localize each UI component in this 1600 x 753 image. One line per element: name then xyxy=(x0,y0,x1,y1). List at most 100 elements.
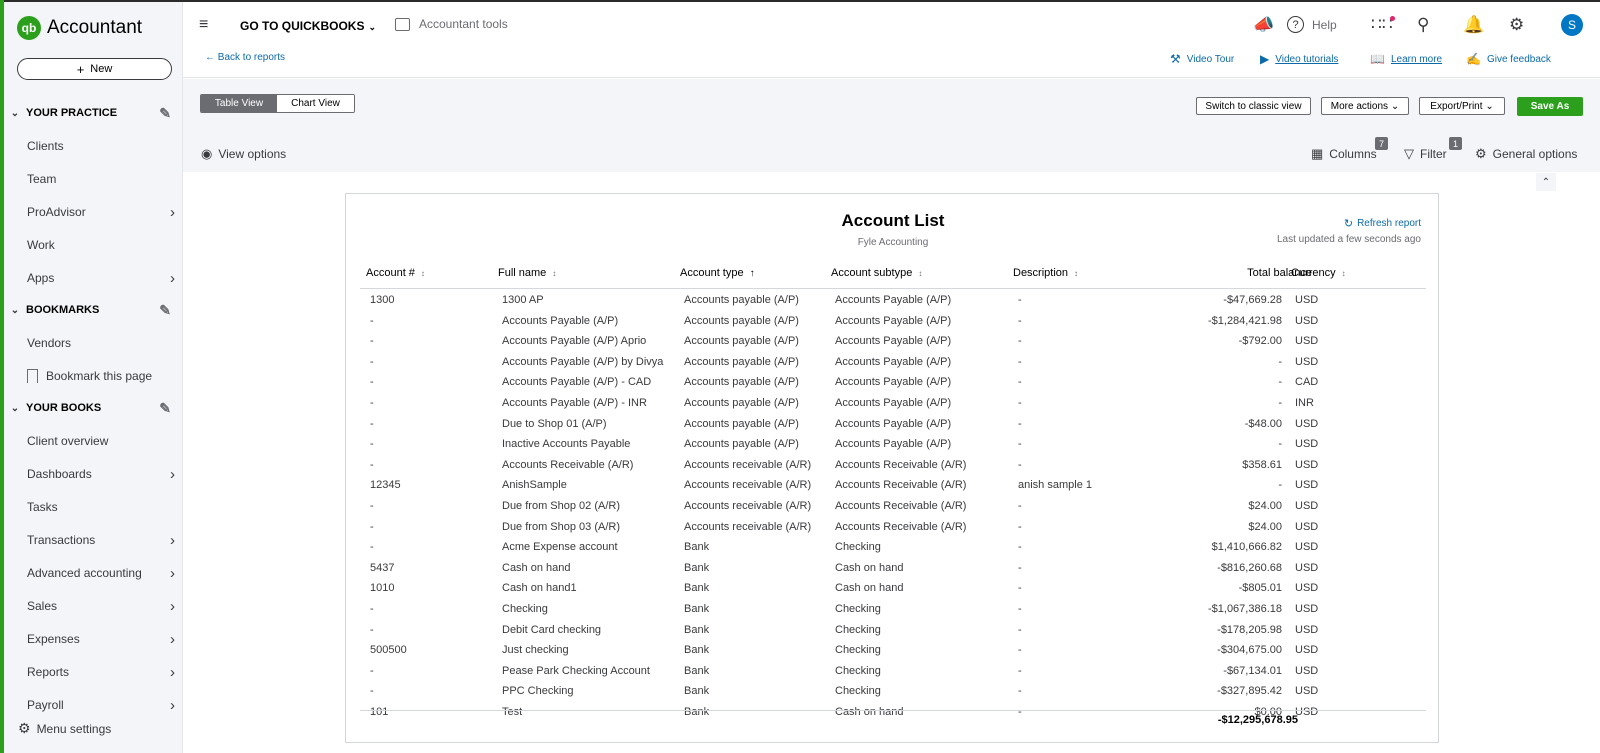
last-updated-text: Last updated a few seconds ago xyxy=(1277,234,1421,245)
table-cell: - xyxy=(1018,335,1022,348)
section-your-books[interactable]: ⌄ YOUR BOOKS ✎ xyxy=(4,394,183,422)
bell-icon[interactable]: 🔔 xyxy=(1463,15,1484,35)
app-logo[interactable]: qb Accountant xyxy=(17,16,142,40)
table-row[interactable]: 1010 Cash on hand1 Bank Cash on hand - -$805.… xyxy=(360,578,1426,599)
table-row[interactable]: - Accounts Payable (A/P) - CAD Accounts pa… xyxy=(360,372,1426,393)
gear-icon: ⚙ xyxy=(18,720,31,736)
table-cell: Accounts payable (A/P) xyxy=(684,376,799,389)
table-row[interactable]: - Acme Expense account Bank Checking - $1,410… xyxy=(360,537,1426,558)
table-row[interactable]: 500500 Just checking Bank Checking - -$304,67… xyxy=(360,640,1426,661)
table-row[interactable]: - Accounts Payable (A/P) Aprio Accounts pa… xyxy=(360,331,1426,352)
column-header-description[interactable]: Description ↕ xyxy=(1013,267,1078,279)
sidebar-item-proadvisor[interactable]: ProAdvisor › xyxy=(27,198,177,226)
table-row[interactable]: - PPC Checking Bank Checking - -$327,895.42 US… xyxy=(360,681,1426,702)
briefcase-icon xyxy=(395,17,410,31)
chart-view-button[interactable]: Chart View xyxy=(277,95,354,112)
go-to-quickbooks-dropdown[interactable]: GO TO QUICKBOOKS ⌄ xyxy=(240,19,376,33)
table-row[interactable]: - Checking Bank Checking - -$1,067,386.18 USD xyxy=(360,599,1426,620)
table-row[interactable]: - Accounts Receivable (A/R) Accounts recei… xyxy=(360,455,1426,476)
table-row[interactable]: - Accounts Payable (A/P) Accounts payable … xyxy=(360,311,1426,332)
table-cell: USD xyxy=(1295,561,1319,574)
back-to-reports-link[interactable]: ← Back to reports xyxy=(205,52,285,63)
search-icon[interactable]: ⚲ xyxy=(1417,15,1429,35)
sidebar-item-dashboards[interactable]: Dashboards › xyxy=(27,460,177,488)
company-name: Fyle Accounting xyxy=(857,237,929,248)
table-row[interactable]: - Debit Card checking Bank Checking - -$178,2… xyxy=(360,620,1426,641)
column-header-total-balance[interactable]: Total balance xyxy=(1160,267,1312,279)
table-cell: - xyxy=(1018,438,1022,451)
sidebar-item-label: Dashboards xyxy=(27,467,92,481)
save-as-button[interactable]: Save As xyxy=(1517,97,1583,116)
help-label: Help xyxy=(1312,17,1337,32)
help-button[interactable]: ? Help xyxy=(1287,16,1337,33)
table-cell: - xyxy=(1018,582,1022,595)
video-tutorials-link[interactable]: ▶ Video tutorials xyxy=(1260,52,1338,66)
learn-more-link[interactable]: 📖 Learn more xyxy=(1370,52,1442,66)
sidebar-item-expenses[interactable]: Expenses › xyxy=(27,625,177,653)
column-header-full-name[interactable]: Full name ↕ xyxy=(498,267,556,279)
table-row[interactable]: - Due to Shop 01 (A/P) Accounts payable (A… xyxy=(360,414,1426,435)
sidebar-item-tasks[interactable]: Tasks xyxy=(27,493,177,521)
table-row[interactable]: 1300 1300 AP Accounts payable (A/P) Account… xyxy=(360,290,1426,311)
edit-pencil-icon[interactable]: ✎ xyxy=(159,105,171,122)
column-header-account-type[interactable]: Account type ↑ xyxy=(680,267,755,279)
columns-button[interactable]: ▦ Columns xyxy=(1311,146,1377,162)
quickbooks-logo-icon: qb xyxy=(17,16,41,40)
sidebar-item-label: Tasks xyxy=(27,500,58,514)
table-row[interactable]: - Accounts Payable (A/P) - INR Accounts pa… xyxy=(360,393,1426,414)
sidebar-item-work[interactable]: Work xyxy=(27,231,177,259)
chevron-down-icon: ⌄ xyxy=(10,402,20,414)
sidebar-item-reports[interactable]: Reports › xyxy=(27,658,177,686)
sidebar-item-sales[interactable]: Sales › xyxy=(27,592,177,620)
sidebar-item-payroll[interactable]: Payroll › xyxy=(27,691,177,719)
section-your-practice[interactable]: ⌄ YOUR PRACTICE ✎ xyxy=(4,99,183,127)
section-bookmarks[interactable]: ⌄ BOOKMARKS ✎ xyxy=(4,296,183,324)
new-button[interactable]: + New xyxy=(17,58,172,80)
switch-classic-view-button[interactable]: Switch to classic view xyxy=(1196,97,1311,115)
view-options-button[interactable]: ◉ View options xyxy=(201,146,286,162)
table-row[interactable]: 5437 Cash on hand Bank Cash on hand - -$816,2… xyxy=(360,558,1426,579)
sidebar-item-label: Sales xyxy=(27,599,58,613)
column-header-currency[interactable]: Currency ↕ xyxy=(1291,267,1346,279)
chevron-right-icon: › xyxy=(170,203,175,221)
megaphone-icon[interactable]: 📣 xyxy=(1253,15,1274,35)
play-circle-icon: ▶ xyxy=(1260,52,1270,66)
table-cell: Accounts payable (A/P) xyxy=(684,438,799,451)
export-print-dropdown[interactable]: Export/Print ⌄ xyxy=(1419,97,1505,115)
sidebar-item-client-overview[interactable]: Client overview xyxy=(27,427,177,455)
column-header-account-number[interactable]: Account # ↕ xyxy=(366,267,425,279)
table-row[interactable]: - Pease Park Checking Account Bank Checking… xyxy=(360,661,1426,682)
table-row[interactable]: - Inactive Accounts Payable Accounts payab… xyxy=(360,434,1426,455)
gear-icon[interactable]: ⚙ xyxy=(1509,15,1524,35)
sidebar-item-clients[interactable]: Clients xyxy=(27,132,177,160)
filter-button[interactable]: ▽ Filter xyxy=(1404,146,1447,162)
column-header-account-subtype[interactable]: Account subtype ↕ xyxy=(831,267,922,279)
sidebar-item-advanced-accounting[interactable]: Advanced accounting › xyxy=(27,559,177,587)
more-actions-dropdown[interactable]: More actions ⌄ xyxy=(1321,97,1409,115)
table-cell: Bank xyxy=(684,582,710,595)
sidebar-item-bookmark-page[interactable]: Bookmark this page xyxy=(27,362,177,390)
table-row[interactable]: - Accounts Payable (A/P) by Divya Accounts… xyxy=(360,352,1426,373)
edit-pencil-icon[interactable]: ✎ xyxy=(159,400,171,417)
refresh-icon: ↻ xyxy=(1343,218,1354,230)
refresh-report-link[interactable]: ↻ Refresh report xyxy=(1344,217,1421,230)
sidebar-item-apps[interactable]: Apps › xyxy=(27,264,177,292)
edit-pencil-icon[interactable]: ✎ xyxy=(159,302,171,319)
video-tour-link[interactable]: ⚒ Video Tour xyxy=(1170,52,1234,66)
collapse-toolbar-icon[interactable]: ⌃ xyxy=(1536,173,1556,191)
collapse-menu-icon[interactable]: ≡ xyxy=(199,16,208,34)
table-row[interactable]: - Due from Shop 02 (A/R) Accounts receivab… xyxy=(360,496,1426,517)
give-feedback-link[interactable]: ✍ Give feedback xyxy=(1466,52,1551,66)
menu-settings-button[interactable]: ⚙ Menu settings xyxy=(18,720,111,737)
sidebar-item-transactions[interactable]: Transactions › xyxy=(27,526,177,554)
table-view-button[interactable]: Table View xyxy=(201,95,277,112)
avatar[interactable]: S xyxy=(1561,14,1583,36)
table-row[interactable]: - Due from Shop 03 (A/R) Accounts receivab… xyxy=(360,517,1426,538)
table-cell: - xyxy=(1018,602,1022,615)
sidebar-item-vendors[interactable]: Vendors xyxy=(27,329,177,357)
sidebar-item-team[interactable]: Team xyxy=(27,165,177,193)
accountant-tools-button[interactable]: Accountant tools xyxy=(395,17,508,31)
general-options-button[interactable]: ⚙ General options xyxy=(1475,146,1577,162)
table-row[interactable]: 12345 AnishSample Accounts receivable (A/R… xyxy=(360,475,1426,496)
sidebar-item-label: Team xyxy=(27,172,57,186)
